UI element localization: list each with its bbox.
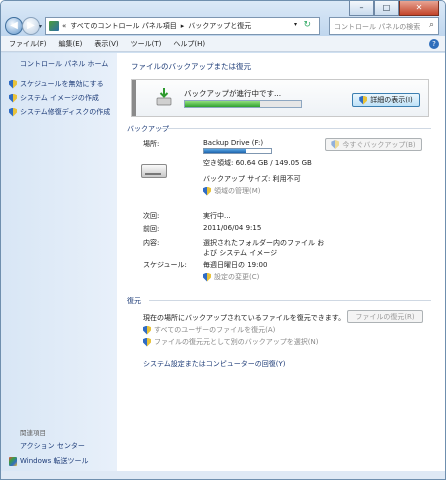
backup-now-label: 今すぐバックアップ(B) bbox=[342, 140, 416, 149]
select-other-backup-link[interactable]: ファイルの復元元として別のバックアップを選択(N) bbox=[143, 337, 319, 347]
contents-value-line1: 選択されたフォルダー内のファイル お bbox=[203, 239, 325, 247]
shield-icon bbox=[9, 107, 17, 117]
select-other-backup-label: ファイルの復元元として別のバックアップを選択(N) bbox=[154, 338, 319, 346]
minimize-button[interactable]: – bbox=[349, 1, 374, 16]
shield-icon bbox=[143, 325, 151, 335]
menu-help[interactable]: ヘルプ(H) bbox=[173, 39, 205, 49]
view-details-button[interactable]: 詳細の表示(I) bbox=[352, 93, 420, 107]
shield-icon bbox=[9, 79, 17, 89]
menu-bar: ファイル(F) 編集(E) 表示(V) ツール(T) ヘルプ(H) ? bbox=[1, 36, 445, 52]
page-title: ファイルのバックアップまたは復元 bbox=[131, 62, 251, 71]
main-content: ファイルのバックアップまたは復元 バックアップが進行中です... 詳細の表示(I… bbox=[117, 53, 445, 479]
change-settings-link[interactable]: 設定の変更(C) bbox=[203, 272, 259, 282]
drive-name: Backup Drive (F:) bbox=[203, 139, 264, 147]
next-label: 次回: bbox=[143, 212, 160, 220]
drive-icon bbox=[141, 164, 167, 178]
sidebar-item-label: Windows 転送ツール bbox=[20, 457, 89, 465]
restore-heading: 復元 bbox=[127, 297, 141, 305]
sidebar-item-action-center[interactable]: アクション センター bbox=[20, 441, 85, 451]
backup-size: バックアップ サイズ: 利用不可 bbox=[203, 175, 301, 183]
refresh-icon[interactable]: ↻ bbox=[303, 20, 311, 30]
sidebar: コントロール パネル ホーム スケジュールを無効にする システム イメージの作成… bbox=[1, 53, 117, 479]
sidebar-item-disable-schedule[interactable]: スケジュールを無効にする bbox=[9, 79, 104, 89]
last-label: 前回: bbox=[143, 225, 160, 233]
shield-icon bbox=[203, 272, 211, 282]
menu-edit[interactable]: 編集(E) bbox=[59, 39, 83, 49]
sidebar-item-label: アクション センター bbox=[20, 442, 85, 450]
search-input[interactable]: コントロール パネルの検索 ⌕ bbox=[329, 17, 439, 35]
search-placeholder: コントロール パネルの検索 bbox=[334, 23, 421, 31]
restore-description: 現在の場所にバックアップされているファイルを復元できます。 bbox=[143, 314, 346, 322]
related-title: 関連項目 bbox=[20, 429, 46, 437]
menu-tools[interactable]: ツール(T) bbox=[131, 39, 162, 49]
restore-all-users-link[interactable]: すべてのユーザーのファイルを復元(A) bbox=[143, 325, 275, 335]
restore-files-button[interactable]: ファイルの復元(R) bbox=[347, 310, 423, 323]
menu-view[interactable]: 表示(V) bbox=[94, 39, 118, 49]
sidebar-item-label: スケジュールを無効にする bbox=[20, 80, 104, 88]
shield-icon bbox=[143, 337, 151, 347]
backup-heading: バックアップ bbox=[127, 125, 169, 133]
windows-icon bbox=[9, 456, 17, 466]
status-bar bbox=[1, 471, 445, 479]
view-details-label: 詳細の表示(I) bbox=[370, 96, 413, 104]
title-bar: – □ ✕ ◀ ▶ ▾ « すべてのコントロール パネル項目 ▸ バックアップと… bbox=[1, 1, 445, 36]
free-space: 空き領域: 60.64 GB / 149.05 GB bbox=[203, 159, 312, 167]
schedule-value: 毎週日曜日の 19:00 bbox=[203, 261, 268, 269]
next-value: 実行中... bbox=[203, 212, 231, 220]
restore-divider bbox=[149, 300, 431, 301]
drive-capacity-bar bbox=[203, 148, 272, 154]
restore-files-label: ファイルの復元(R) bbox=[355, 312, 415, 321]
recover-system-link[interactable]: システム設定またはコンピューターの回復(Y) bbox=[143, 359, 286, 369]
backup-progress-bar bbox=[184, 100, 302, 108]
contents-value-line2: よび システム イメージ bbox=[203, 249, 278, 257]
breadcrumb-separator[interactable]: ▸ bbox=[181, 22, 185, 30]
breadcrumb-backup-restore[interactable]: バックアップと復元 bbox=[188, 21, 251, 31]
shield-icon bbox=[203, 186, 211, 196]
close-button[interactable]: ✕ bbox=[399, 1, 439, 16]
sidebar-home-link[interactable]: コントロール パネル ホーム bbox=[20, 59, 108, 69]
sidebar-item-create-image[interactable]: システム イメージの作成 bbox=[9, 93, 99, 103]
forward-button[interactable]: ▶ bbox=[22, 17, 40, 35]
sidebar-item-transfer-tool[interactable]: Windows 転送ツール bbox=[9, 456, 88, 466]
progress-accent bbox=[132, 80, 136, 116]
breadcrumb-overflow[interactable]: « bbox=[62, 22, 66, 30]
change-settings-label: 設定の変更(C) bbox=[214, 273, 260, 281]
sidebar-item-repair-disc[interactable]: システム修復ディスクの作成 bbox=[9, 107, 110, 117]
address-bar[interactable]: « すべてのコントロール パネル項目 ▸ バックアップと復元 ▾ ↻ bbox=[45, 17, 320, 35]
caption-buttons: – □ ✕ bbox=[349, 1, 439, 16]
sidebar-item-label: システム修復ディスクの作成 bbox=[20, 108, 111, 116]
sidebar-item-label: システム イメージの作成 bbox=[20, 94, 99, 102]
shield-icon bbox=[359, 95, 368, 105]
restore-all-users-label: すべてのユーザーのファイルを復元(A) bbox=[154, 326, 276, 334]
manage-space-link[interactable]: 領域の管理(M) bbox=[203, 186, 261, 196]
backup-now-button[interactable]: 今すぐバックアップ(B) bbox=[325, 138, 422, 151]
window: – □ ✕ ◀ ▶ ▾ « すべてのコントロール パネル項目 ▸ バックアップと… bbox=[0, 0, 446, 480]
control-panel-icon bbox=[49, 21, 59, 31]
backup-progress-fill bbox=[185, 101, 261, 107]
shield-icon bbox=[331, 140, 340, 149]
contents-label: 内容: bbox=[143, 239, 160, 247]
menu-file[interactable]: ファイル(F) bbox=[9, 39, 47, 49]
help-icon[interactable]: ? bbox=[429, 39, 439, 49]
schedule-label: スケジュール: bbox=[143, 261, 187, 269]
progress-message: バックアップが進行中です... bbox=[184, 89, 282, 98]
location-label: 場所: bbox=[143, 140, 160, 148]
breadcrumb-all-items[interactable]: すべてのコントロール パネル項目 bbox=[70, 21, 176, 31]
backup-divider bbox=[161, 128, 431, 129]
search-icon[interactable]: ⌕ bbox=[429, 20, 434, 30]
manage-space-label: 領域の管理(M) bbox=[214, 187, 261, 195]
shield-icon bbox=[9, 93, 17, 103]
drive-capacity-fill bbox=[204, 149, 246, 153]
last-value: 2011/06/04 9:15 bbox=[203, 224, 262, 232]
progress-panel: バックアップが進行中です... 詳細の表示(I) bbox=[131, 79, 429, 117]
maximize-button[interactable]: □ bbox=[374, 1, 399, 16]
back-button[interactable]: ◀ bbox=[5, 17, 23, 35]
recent-pages-dropdown[interactable]: ▾ bbox=[39, 23, 42, 30]
backup-icon bbox=[156, 88, 172, 106]
address-dropdown-icon[interactable]: ▾ bbox=[294, 21, 297, 28]
